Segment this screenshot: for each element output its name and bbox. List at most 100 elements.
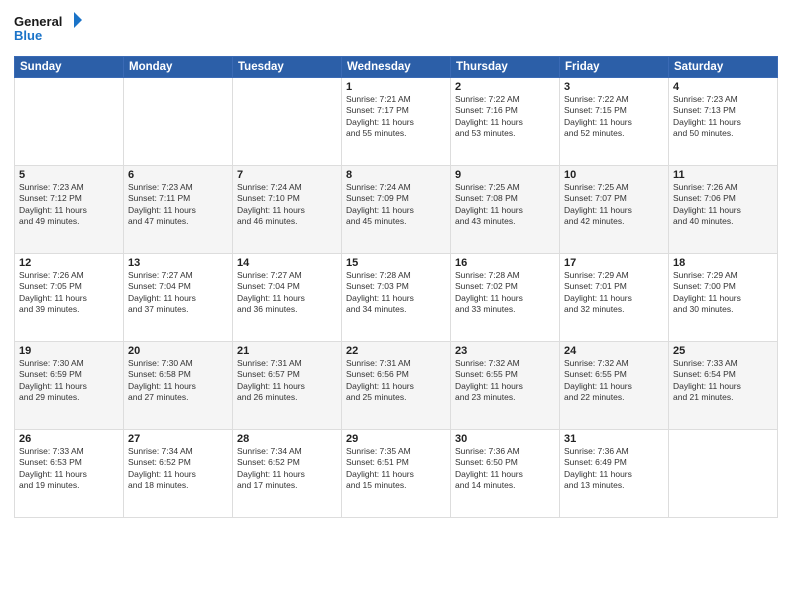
day-header-saturday: Saturday (669, 57, 778, 78)
day-number: 1 (346, 81, 446, 93)
day-info: Sunrise: 7:22 AM Sunset: 7:16 PM Dayligh… (455, 94, 555, 140)
day-header-thursday: Thursday (451, 57, 560, 78)
calendar-cell: 12Sunrise: 7:26 AM Sunset: 7:05 PM Dayli… (15, 254, 124, 342)
calendar-cell: 5Sunrise: 7:23 AM Sunset: 7:12 PM Daylig… (15, 166, 124, 254)
day-number: 3 (564, 81, 664, 93)
calendar-cell: 16Sunrise: 7:28 AM Sunset: 7:02 PM Dayli… (451, 254, 560, 342)
day-number: 31 (564, 433, 664, 445)
day-number: 30 (455, 433, 555, 445)
calendar-week-3: 12Sunrise: 7:26 AM Sunset: 7:05 PM Dayli… (15, 254, 778, 342)
day-number: 4 (673, 81, 773, 93)
day-number: 8 (346, 169, 446, 181)
day-number: 7 (237, 169, 337, 181)
day-info: Sunrise: 7:23 AM Sunset: 7:12 PM Dayligh… (19, 182, 119, 228)
calendar-header-row: SundayMondayTuesdayWednesdayThursdayFrid… (15, 57, 778, 78)
logo: General Blue (14, 10, 84, 50)
day-number: 23 (455, 345, 555, 357)
svg-text:Blue: Blue (14, 28, 42, 43)
calendar-cell: 4Sunrise: 7:23 AM Sunset: 7:13 PM Daylig… (669, 78, 778, 166)
calendar-cell: 6Sunrise: 7:23 AM Sunset: 7:11 PM Daylig… (124, 166, 233, 254)
calendar-cell: 14Sunrise: 7:27 AM Sunset: 7:04 PM Dayli… (233, 254, 342, 342)
day-number: 5 (19, 169, 119, 181)
day-info: Sunrise: 7:33 AM Sunset: 6:53 PM Dayligh… (19, 446, 119, 492)
day-number: 19 (19, 345, 119, 357)
day-header-friday: Friday (560, 57, 669, 78)
day-info: Sunrise: 7:21 AM Sunset: 7:17 PM Dayligh… (346, 94, 446, 140)
calendar-week-4: 19Sunrise: 7:30 AM Sunset: 6:59 PM Dayli… (15, 342, 778, 430)
day-info: Sunrise: 7:36 AM Sunset: 6:49 PM Dayligh… (564, 446, 664, 492)
day-header-monday: Monday (124, 57, 233, 78)
day-info: Sunrise: 7:29 AM Sunset: 7:00 PM Dayligh… (673, 270, 773, 316)
day-info: Sunrise: 7:34 AM Sunset: 6:52 PM Dayligh… (128, 446, 228, 492)
day-number: 11 (673, 169, 773, 181)
day-number: 24 (564, 345, 664, 357)
day-number: 28 (237, 433, 337, 445)
day-info: Sunrise: 7:36 AM Sunset: 6:50 PM Dayligh… (455, 446, 555, 492)
day-info: Sunrise: 7:23 AM Sunset: 7:13 PM Dayligh… (673, 94, 773, 140)
day-info: Sunrise: 7:25 AM Sunset: 7:08 PM Dayligh… (455, 182, 555, 228)
day-info: Sunrise: 7:33 AM Sunset: 6:54 PM Dayligh… (673, 358, 773, 404)
day-info: Sunrise: 7:35 AM Sunset: 6:51 PM Dayligh… (346, 446, 446, 492)
calendar-cell (669, 430, 778, 518)
calendar-cell (233, 78, 342, 166)
day-number: 21 (237, 345, 337, 357)
calendar-cell: 18Sunrise: 7:29 AM Sunset: 7:00 PM Dayli… (669, 254, 778, 342)
calendar-cell (15, 78, 124, 166)
calendar: SundayMondayTuesdayWednesdayThursdayFrid… (14, 56, 778, 518)
calendar-cell: 11Sunrise: 7:26 AM Sunset: 7:06 PM Dayli… (669, 166, 778, 254)
day-number: 27 (128, 433, 228, 445)
calendar-cell: 1Sunrise: 7:21 AM Sunset: 7:17 PM Daylig… (342, 78, 451, 166)
day-number: 22 (346, 345, 446, 357)
day-number: 16 (455, 257, 555, 269)
day-number: 6 (128, 169, 228, 181)
day-info: Sunrise: 7:23 AM Sunset: 7:11 PM Dayligh… (128, 182, 228, 228)
day-number: 26 (19, 433, 119, 445)
day-info: Sunrise: 7:27 AM Sunset: 7:04 PM Dayligh… (237, 270, 337, 316)
day-info: Sunrise: 7:31 AM Sunset: 6:57 PM Dayligh… (237, 358, 337, 404)
calendar-cell: 23Sunrise: 7:32 AM Sunset: 6:55 PM Dayli… (451, 342, 560, 430)
calendar-cell: 24Sunrise: 7:32 AM Sunset: 6:55 PM Dayli… (560, 342, 669, 430)
calendar-cell: 8Sunrise: 7:24 AM Sunset: 7:09 PM Daylig… (342, 166, 451, 254)
calendar-cell: 15Sunrise: 7:28 AM Sunset: 7:03 PM Dayli… (342, 254, 451, 342)
calendar-cell: 29Sunrise: 7:35 AM Sunset: 6:51 PM Dayli… (342, 430, 451, 518)
day-info: Sunrise: 7:30 AM Sunset: 6:59 PM Dayligh… (19, 358, 119, 404)
day-info: Sunrise: 7:29 AM Sunset: 7:01 PM Dayligh… (564, 270, 664, 316)
calendar-cell: 10Sunrise: 7:25 AM Sunset: 7:07 PM Dayli… (560, 166, 669, 254)
day-number: 25 (673, 345, 773, 357)
calendar-cell: 3Sunrise: 7:22 AM Sunset: 7:15 PM Daylig… (560, 78, 669, 166)
calendar-cell: 17Sunrise: 7:29 AM Sunset: 7:01 PM Dayli… (560, 254, 669, 342)
day-info: Sunrise: 7:31 AM Sunset: 6:56 PM Dayligh… (346, 358, 446, 404)
calendar-cell: 19Sunrise: 7:30 AM Sunset: 6:59 PM Dayli… (15, 342, 124, 430)
day-number: 13 (128, 257, 228, 269)
day-info: Sunrise: 7:26 AM Sunset: 7:05 PM Dayligh… (19, 270, 119, 316)
logo-svg: General Blue (14, 10, 84, 50)
day-info: Sunrise: 7:25 AM Sunset: 7:07 PM Dayligh… (564, 182, 664, 228)
calendar-cell: 31Sunrise: 7:36 AM Sunset: 6:49 PM Dayli… (560, 430, 669, 518)
calendar-cell: 13Sunrise: 7:27 AM Sunset: 7:04 PM Dayli… (124, 254, 233, 342)
day-info: Sunrise: 7:27 AM Sunset: 7:04 PM Dayligh… (128, 270, 228, 316)
calendar-cell: 2Sunrise: 7:22 AM Sunset: 7:16 PM Daylig… (451, 78, 560, 166)
day-number: 9 (455, 169, 555, 181)
calendar-cell: 28Sunrise: 7:34 AM Sunset: 6:52 PM Dayli… (233, 430, 342, 518)
calendar-week-5: 26Sunrise: 7:33 AM Sunset: 6:53 PM Dayli… (15, 430, 778, 518)
calendar-cell: 9Sunrise: 7:25 AM Sunset: 7:08 PM Daylig… (451, 166, 560, 254)
day-header-wednesday: Wednesday (342, 57, 451, 78)
day-number: 20 (128, 345, 228, 357)
svg-text:General: General (14, 14, 62, 29)
day-header-tuesday: Tuesday (233, 57, 342, 78)
page: General Blue SundayMondayTuesdayWednesda… (0, 0, 792, 612)
calendar-cell: 26Sunrise: 7:33 AM Sunset: 6:53 PM Dayli… (15, 430, 124, 518)
day-info: Sunrise: 7:32 AM Sunset: 6:55 PM Dayligh… (564, 358, 664, 404)
day-info: Sunrise: 7:24 AM Sunset: 7:10 PM Dayligh… (237, 182, 337, 228)
day-info: Sunrise: 7:34 AM Sunset: 6:52 PM Dayligh… (237, 446, 337, 492)
calendar-week-1: 1Sunrise: 7:21 AM Sunset: 7:17 PM Daylig… (15, 78, 778, 166)
calendar-cell: 20Sunrise: 7:30 AM Sunset: 6:58 PM Dayli… (124, 342, 233, 430)
day-number: 18 (673, 257, 773, 269)
day-info: Sunrise: 7:28 AM Sunset: 7:02 PM Dayligh… (455, 270, 555, 316)
calendar-cell: 22Sunrise: 7:31 AM Sunset: 6:56 PM Dayli… (342, 342, 451, 430)
day-number: 14 (237, 257, 337, 269)
day-number: 29 (346, 433, 446, 445)
day-info: Sunrise: 7:32 AM Sunset: 6:55 PM Dayligh… (455, 358, 555, 404)
day-number: 15 (346, 257, 446, 269)
day-info: Sunrise: 7:24 AM Sunset: 7:09 PM Dayligh… (346, 182, 446, 228)
